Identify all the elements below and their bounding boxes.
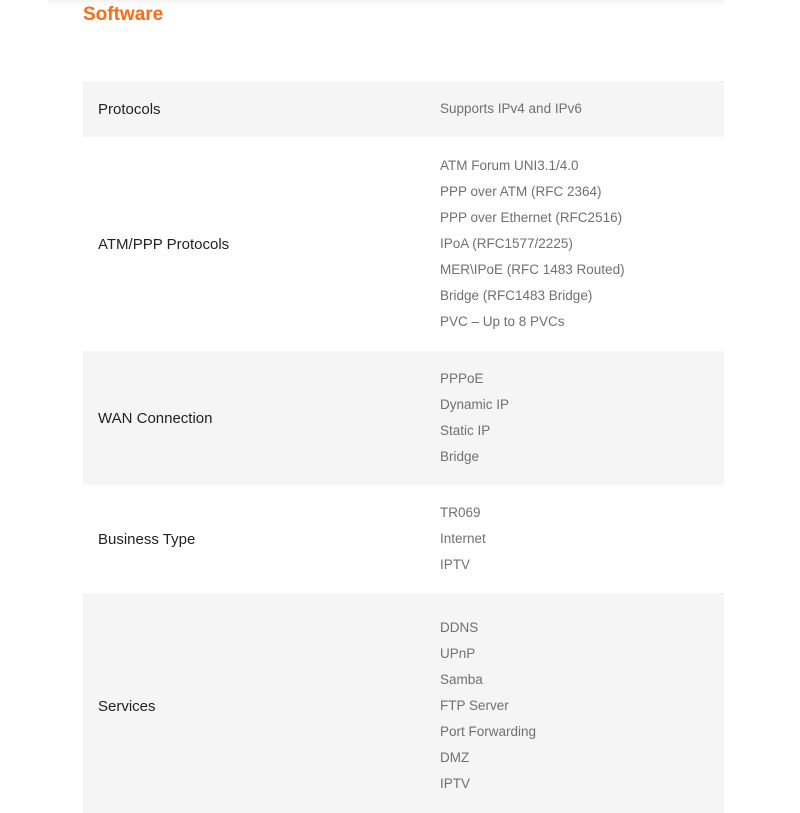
section-title: Software: [83, 4, 164, 25]
spec-value: IPoA (RFC1577/2225): [440, 236, 573, 251]
spec-value: Samba: [440, 672, 483, 687]
spec-values: TR069 Internet IPTV: [440, 500, 724, 578]
spec-value: FTP Server: [440, 698, 509, 713]
spec-value: Dynamic IP: [440, 397, 510, 412]
spec-value: Port Forwarding: [440, 724, 537, 739]
spec-value: DDNS: [440, 620, 479, 635]
spec-value: Static IP: [440, 423, 491, 438]
spec-row-protocols: Protocols Supports IPv4 and IPv6: [83, 81, 724, 137]
spec-value: Bridge (RFC1483 Bridge): [440, 288, 593, 303]
spec-value: PPP over Ethernet (RFC2516): [440, 210, 623, 225]
spec-value: DMZ: [440, 750, 470, 765]
spec-row-wan-connection: WAN Connection PPPoE Dynamic IP Static I…: [83, 351, 724, 485]
spec-label: Business Type: [98, 530, 196, 548]
spec-value: PVC – Up to 8 PVCs: [440, 314, 565, 329]
spec-value: Bridge: [440, 449, 480, 464]
spec-value: Supports IPv4 and IPv6: [440, 101, 582, 116]
spec-value: PPPoE: [440, 371, 484, 386]
spec-row-services: Services DDNS UPnP Samba FTP Server Port…: [83, 593, 724, 813]
spec-values: Supports IPv4 and IPv6: [440, 96, 724, 122]
spec-value: TR069: [440, 505, 481, 520]
spec-values: ATM Forum UNI3.1/4.0 PPP over ATM (RFC 2…: [440, 153, 724, 335]
spec-table: Protocols Supports IPv4 and IPv6 ATM/PPP…: [83, 81, 724, 813]
spec-value: UPnP: [440, 646, 476, 661]
spec-value: MER\IPoE (RFC 1483 Routed): [440, 262, 625, 277]
spec-values: PPPoE Dynamic IP Static IP Bridge: [440, 366, 724, 470]
spec-label: ATM/PPP Protocols: [98, 235, 230, 253]
spec-value: Internet: [440, 531, 486, 546]
spec-label: Protocols: [98, 100, 161, 118]
spec-value: ATM Forum UNI3.1/4.0: [440, 158, 579, 173]
spec-row-atm-ppp-protocols: ATM/PPP Protocols ATM Forum UNI3.1/4.0 P…: [83, 137, 724, 351]
spec-label: WAN Connection: [98, 409, 213, 427]
spec-label: Services: [98, 697, 156, 715]
spec-value: IPTV: [440, 557, 471, 572]
spec-value: PPP over ATM (RFC 2364): [440, 184, 602, 199]
spec-row-business-type: Business Type TR069 Internet IPTV: [83, 485, 724, 593]
spec-values: DDNS UPnP Samba FTP Server Port Forwardi…: [440, 615, 724, 797]
spec-value: IPTV: [440, 776, 471, 791]
